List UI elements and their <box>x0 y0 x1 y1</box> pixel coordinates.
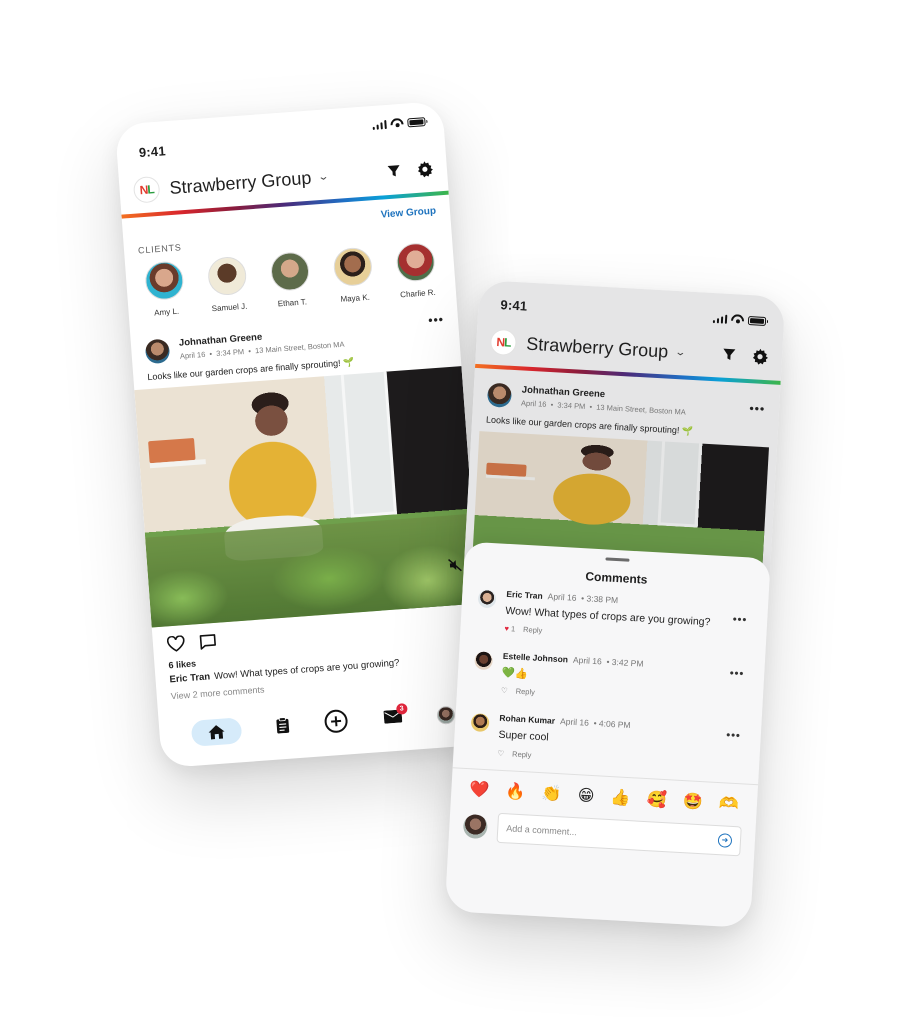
sprout-emoji: 🌱 <box>681 425 694 437</box>
current-user-avatar <box>462 813 489 839</box>
view-group-link[interactable]: View Group <box>380 206 437 238</box>
signal-icon <box>372 119 387 130</box>
more-options-icon[interactable]: ••• <box>732 614 747 627</box>
heart-outline-icon[interactable]: ♡ <box>501 686 508 695</box>
nav-add[interactable] <box>324 708 350 739</box>
sprout-emoji: 🌱 <box>342 356 355 368</box>
app-logo: NL <box>132 175 161 204</box>
nav-profile-avatar[interactable] <box>436 705 456 725</box>
signal-icon <box>712 314 728 324</box>
gear-icon[interactable] <box>416 161 433 178</box>
client-item[interactable]: Charlie R. <box>388 241 444 300</box>
home-icon <box>208 725 225 740</box>
author-avatar[interactable] <box>486 382 513 408</box>
add-circle-icon <box>325 709 349 733</box>
client-item[interactable]: Maya K. <box>326 246 382 305</box>
post-photo[interactable] <box>134 366 479 628</box>
nav-home[interactable] <box>190 717 243 747</box>
bottom-nav: 3 <box>158 692 488 756</box>
status-time: 9:41 <box>138 143 167 161</box>
battery-icon <box>407 116 426 127</box>
more-options-icon[interactable]: ••• <box>729 668 744 681</box>
client-item[interactable]: Ethan T. <box>263 251 319 310</box>
reaction-grin[interactable]: 😁 <box>577 785 595 806</box>
reaction-heart[interactable]: ❤️ <box>469 779 490 800</box>
client-item[interactable]: Samuel J. <box>200 255 256 314</box>
chevron-down-icon[interactable]: ⌄ <box>674 346 686 358</box>
feed-screen: 9:41 NL Strawberry Group ⌄ CLIENTS View … <box>114 100 490 769</box>
client-avatar <box>206 255 248 297</box>
gear-icon[interactable] <box>752 348 769 365</box>
wifi-icon <box>731 314 745 325</box>
battery-icon <box>747 315 767 326</box>
nav-tasks[interactable] <box>276 716 291 738</box>
client-avatar <box>332 246 374 288</box>
filter-icon[interactable] <box>722 348 737 363</box>
chevron-down-icon[interactable]: ⌄ <box>317 171 330 183</box>
more-options-icon[interactable]: ••• <box>428 312 445 327</box>
author-avatar[interactable] <box>144 338 171 365</box>
client-item[interactable]: Amy L. <box>137 260 193 319</box>
send-icon[interactable]: ➜ <box>717 832 733 848</box>
comments-screen: 9:41 NL Strawberry Group ⌄ Johnathan Gre… <box>444 279 786 929</box>
more-options-icon[interactable]: ••• <box>749 401 765 416</box>
group-name[interactable]: Strawberry Group <box>169 167 312 198</box>
wifi-icon <box>390 118 404 129</box>
comment-input-placeholder: Add a comment... <box>506 822 578 837</box>
mute-icon[interactable] <box>447 558 462 576</box>
sheet-drag-handle[interactable] <box>605 557 630 562</box>
more-options-icon[interactable]: ••• <box>726 730 741 743</box>
reaction-star-struck[interactable]: 🤩 <box>682 791 703 812</box>
reaction-smiling-hearts[interactable]: 🥰 <box>646 789 667 810</box>
heart-outline-icon[interactable]: ♡ <box>497 748 504 757</box>
client-avatar <box>144 260 185 302</box>
reply-link[interactable]: Reply <box>512 749 532 759</box>
clipboard-icon <box>276 716 290 733</box>
group-name[interactable]: Strawberry Group <box>526 333 669 362</box>
comments-sheet: Comments Eric Tran April 16 • 3:38 PM Wow… <box>444 541 771 929</box>
client-avatar <box>269 251 311 292</box>
status-time: 9:41 <box>500 297 528 314</box>
app-logo: NL <box>489 328 518 357</box>
reaction-fire[interactable]: 🔥 <box>505 781 526 802</box>
messages-badge: 3 <box>395 703 408 715</box>
reaction-clap[interactable]: 👏 <box>541 783 562 804</box>
commenter-avatar[interactable] <box>477 589 497 609</box>
heart-icon[interactable] <box>166 635 185 652</box>
commenter-avatar[interactable] <box>474 651 494 671</box>
reaction-heart-hands[interactable]: 🫶 <box>718 793 739 814</box>
commenter-avatar[interactable] <box>470 713 490 733</box>
comment-icon[interactable] <box>198 633 217 650</box>
heart-filled-icon: ♥ <box>504 624 510 634</box>
nav-messages[interactable]: 3 <box>383 703 408 728</box>
client-avatar <box>395 241 437 283</box>
comment-input[interactable]: Add a comment... ➜ <box>496 812 742 856</box>
filter-icon[interactable] <box>386 164 401 179</box>
reaction-thumbs-up[interactable]: 👍 <box>610 787 631 808</box>
